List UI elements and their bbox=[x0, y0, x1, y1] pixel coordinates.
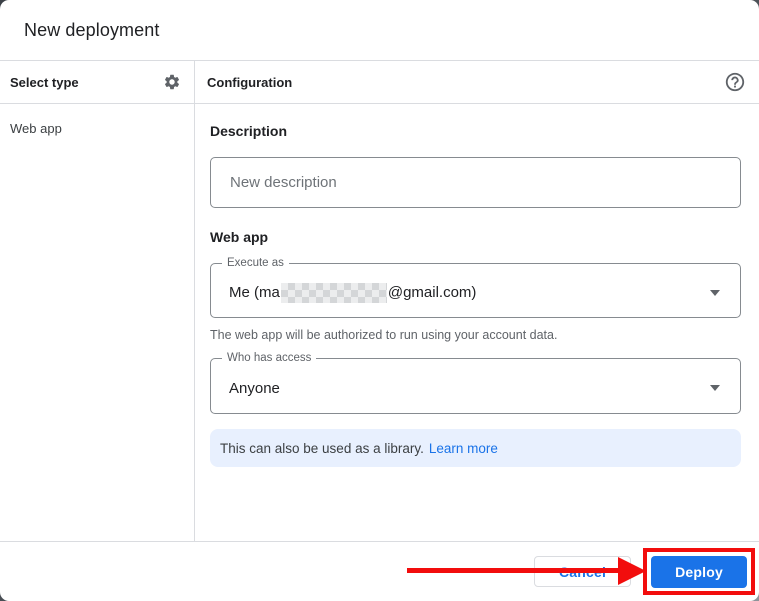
who-has-access-select[interactable]: Who has access Anyone bbox=[210, 351, 741, 414]
dialog-titlebar: New deployment bbox=[0, 0, 759, 61]
who-has-access-value: Anyone bbox=[229, 379, 280, 397]
execute-as-label: Execute as bbox=[222, 256, 289, 271]
description-label: Description bbox=[210, 123, 288, 139]
web-app-section-label: Web app bbox=[210, 229, 269, 245]
who-has-access-row: Anyone bbox=[211, 359, 740, 413]
select-type-header: Select type bbox=[0, 61, 195, 103]
deploy-button[interactable]: Deploy bbox=[651, 555, 747, 588]
deployment-type-sidebar: Web app bbox=[0, 104, 195, 541]
help-icon[interactable] bbox=[724, 71, 746, 93]
redacted-email-blur bbox=[280, 282, 387, 303]
column-headers: Select type Configuration bbox=[0, 61, 759, 104]
gear-icon[interactable] bbox=[163, 73, 181, 91]
who-has-access-label: Who has access bbox=[222, 351, 317, 366]
sidebar-item-label: Web app bbox=[10, 120, 62, 136]
execute-as-select[interactable]: Execute as Me (ma @gmail.com) bbox=[210, 256, 741, 318]
learn-more-link[interactable]: Learn more bbox=[429, 441, 498, 456]
library-info-banner: This can also be used as a library. Lear… bbox=[210, 429, 741, 467]
execute-as-row: Me (ma @gmail.com) bbox=[211, 264, 740, 317]
deploy-button-wrap: Deploy bbox=[643, 547, 755, 595]
caret-down-icon[interactable] bbox=[710, 289, 720, 296]
execute-as-value: Me (ma @gmail.com) bbox=[229, 282, 477, 303]
select-type-label: Select type bbox=[10, 74, 79, 90]
dialog-body: Web app Description Web app Execute as M… bbox=[0, 104, 759, 541]
dialog-title: New deployment bbox=[24, 19, 160, 40]
library-banner-text: This can also be used as a library. bbox=[220, 440, 424, 456]
cancel-button[interactable]: Cancel bbox=[533, 556, 632, 587]
caret-down-icon[interactable] bbox=[710, 385, 720, 391]
configuration-panel: Description Web app Execute as Me (ma@gm… bbox=[195, 104, 759, 541]
description-input[interactable] bbox=[210, 157, 741, 208]
execute-as-helper-text: The web app will be authorized to run us… bbox=[210, 328, 558, 342]
dialog-footer: Cancel Deploy bbox=[0, 541, 759, 601]
new-deployment-dialog: New deployment Select type Configuration… bbox=[0, 0, 759, 601]
configuration-label: Configuration bbox=[207, 74, 293, 90]
configuration-header: Configuration bbox=[195, 61, 759, 103]
sidebar-item-web-app[interactable]: Web app bbox=[0, 116, 194, 140]
